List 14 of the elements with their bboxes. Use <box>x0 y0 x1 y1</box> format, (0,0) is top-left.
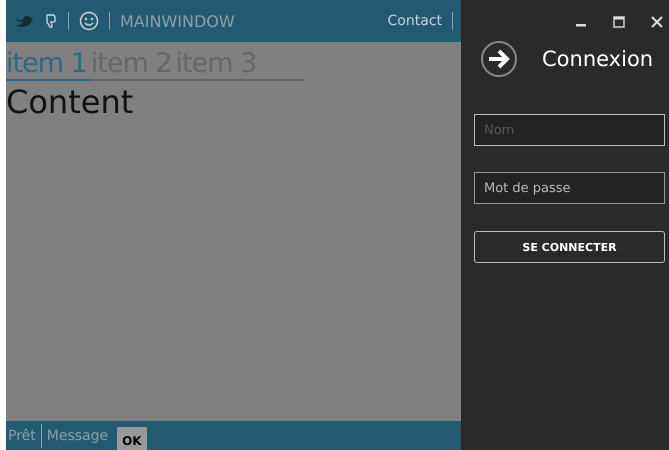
window-title: MAINWINDOW <box>120 12 235 30</box>
arrow-circle-icon <box>480 40 518 78</box>
ok-button[interactable]: OK <box>117 427 147 450</box>
login-title: Connexion <box>542 47 654 71</box>
status-text: Message <box>46 428 108 444</box>
close-icon[interactable] <box>651 16 663 28</box>
login-button[interactable]: SE CONNECTER <box>474 231 665 263</box>
maximize-icon[interactable] <box>613 16 625 28</box>
contact-link[interactable]: Contact <box>388 13 442 29</box>
content-text: Content <box>6 83 134 121</box>
thumbs-down-icon[interactable] <box>44 13 58 29</box>
status-text: Prêt <box>8 428 36 444</box>
password-field[interactable]: Mot de passe <box>474 172 665 204</box>
smiley-icon[interactable] <box>79 11 99 31</box>
